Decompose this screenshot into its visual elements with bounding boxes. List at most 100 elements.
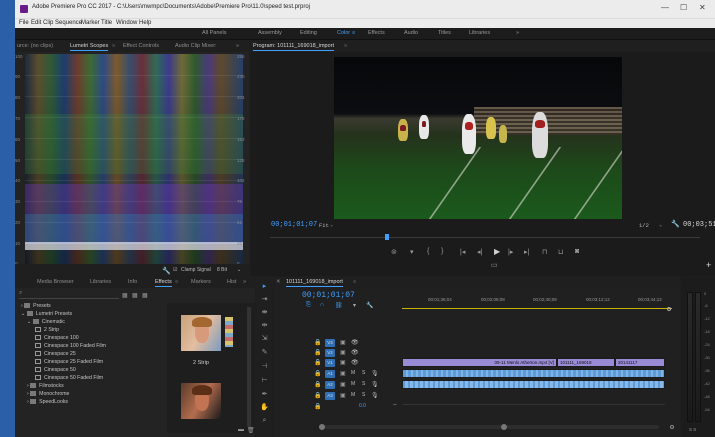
tab-audio-clip-mixer[interactable]: Audio Clip Mixer:	[175, 43, 217, 49]
yuv-effects-icon[interactable]: ▦	[142, 292, 148, 299]
lock-a1-icon[interactable]: 🔒	[314, 370, 321, 377]
tree-item-cinespace-50[interactable]: Cinespace 50	[35, 367, 165, 375]
menu-window[interactable]: Window	[116, 20, 137, 26]
effects-overflow-icon[interactable]: »	[243, 279, 246, 285]
menu-help[interactable]: Help	[139, 20, 151, 26]
tab-media-browser[interactable]: Media Browser	[37, 279, 74, 285]
timeline-timecode[interactable]: 00;01;01;07	[302, 291, 355, 300]
program-playhead[interactable]	[385, 234, 389, 240]
panel-overflow-icon[interactable]: »	[236, 43, 239, 49]
tab-source[interactable]: urce: (no clips)	[17, 43, 53, 49]
timeline-ruler[interactable]: 00;01;36;04 00;02;08;08 00;02;40;08 00;0…	[402, 297, 672, 307]
new-bin-icon[interactable]: ▬	[238, 427, 244, 433]
workspace-color[interactable]: Color	[337, 30, 350, 36]
work-area-bar[interactable]	[402, 308, 672, 309]
settings-wrench-icon[interactable]: 🔧	[671, 220, 680, 229]
tree-item-cinespace-25[interactable]: Cinespace 25	[35, 351, 165, 359]
meter-solo-buttons[interactable]: S S	[689, 427, 696, 432]
solo-a1[interactable]: S	[362, 370, 365, 376]
effects-search-input[interactable]: ⌕	[19, 290, 119, 299]
workspace-titles[interactable]: Titles	[438, 30, 451, 36]
tab-sequence[interactable]: 101111_169018_import	[286, 279, 343, 287]
zoom-handle-left[interactable]	[319, 424, 325, 430]
menu-marker[interactable]: Marker	[81, 20, 100, 26]
clip-a2-audio[interactable]	[402, 380, 665, 389]
tab-lumetri-scopes[interactable]: Lumetri Scopes	[70, 43, 109, 51]
clip-v1-20141117[interactable]: 20141117	[615, 358, 665, 367]
fit-select[interactable]: Fit	[319, 222, 329, 229]
resolution-select[interactable]: 1/2	[639, 222, 649, 229]
clip-a1-audio[interactable]	[402, 369, 665, 378]
sync-lock-v2-icon[interactable]: ▣	[340, 349, 346, 356]
linked-selection-icon[interactable]: ⛓	[335, 302, 343, 309]
timeline-zoom-scrollbar[interactable]	[319, 424, 659, 430]
button-editor-icon[interactable]: +	[706, 260, 711, 270]
selection-tool-icon[interactable]: ▸	[260, 283, 269, 290]
workspace-effects[interactable]: Effects	[368, 30, 385, 36]
mic-a2-icon[interactable]: 🎙	[371, 381, 379, 388]
lock-master-icon[interactable]: 🔒	[314, 403, 321, 410]
sync-lock-v3-icon[interactable]: ▣	[340, 339, 346, 346]
overwrite-icon[interactable]: ⊔	[558, 248, 563, 256]
program-scrub-bar[interactable]	[270, 237, 700, 238]
workspace-all-panels[interactable]: All Panels	[202, 30, 226, 36]
wrench-icon[interactable]: 🔧	[162, 267, 171, 275]
32bit-effects-icon[interactable]: ▦	[132, 292, 138, 299]
insert-icon[interactable]: ⊓	[542, 248, 547, 256]
rolling-edit-tool-icon[interactable]: ⇹	[260, 322, 269, 329]
eye-v3-icon[interactable]: 👁	[351, 339, 359, 346]
workspace-libraries[interactable]: Libraries	[469, 30, 490, 36]
menu-edit[interactable]: Edit	[31, 20, 41, 26]
razor-tool-icon[interactable]: ✎	[260, 349, 269, 356]
comparison-view-icon[interactable]: ▭	[491, 261, 498, 269]
go-to-out-icon[interactable]: ▸|	[524, 248, 529, 256]
tree-item-cinespace-50-faded[interactable]: Cinespace 50 Faded Film	[35, 375, 165, 383]
lock-a3-icon[interactable]: 🔒	[314, 392, 321, 399]
step-back-icon[interactable]: ◂|	[477, 248, 482, 256]
menu-file[interactable]: File	[19, 20, 29, 26]
workspace-editing[interactable]: Editing	[300, 30, 317, 36]
eye-v1-icon[interactable]: 👁	[351, 359, 359, 366]
master-volume[interactable]: 0.0	[359, 403, 366, 409]
mark-in-icon[interactable]: {	[427, 248, 429, 255]
mic-a1-icon[interactable]: 🎙	[371, 370, 379, 377]
add-marker-timeline-icon[interactable]: ▾	[353, 302, 356, 309]
tree-item-speedlooks[interactable]: › SpeedLooks	[27, 399, 157, 407]
clip-v1-import[interactable]: 101111_169018	[557, 358, 615, 367]
minimize-button[interactable]: —	[661, 3, 669, 12]
effects-menu-icon[interactable]: ≡	[175, 279, 178, 285]
tree-item-presets[interactable]: › Presets	[21, 303, 151, 311]
bit-depth-chevron-icon[interactable]: ⌄	[237, 267, 241, 273]
track-a2[interactable]: A2	[325, 381, 335, 389]
timeline-settings-icon[interactable]: 🔧	[366, 302, 373, 309]
sync-lock-a3-icon[interactable]: ▣	[340, 392, 346, 399]
rate-stretch-tool-icon[interactable]: ⇲	[260, 335, 269, 342]
tree-item-cinespace-100[interactable]: Cinespace 100	[35, 335, 165, 343]
snap-icon[interactable]: ∩	[320, 302, 324, 308]
go-to-end-icon[interactable]: ⇔	[392, 402, 398, 408]
track-v3[interactable]: V3	[325, 339, 335, 347]
bit-depth-select[interactable]: 8 Bit	[217, 267, 227, 273]
lock-a2-icon[interactable]: 🔒	[314, 381, 321, 388]
tab-effects[interactable]: Effects	[155, 279, 172, 287]
workspace-menu-icon[interactable]: ≡	[352, 30, 355, 36]
ripple-edit-tool-icon[interactable]: ⇼	[260, 309, 269, 316]
workspace-audio[interactable]: Audio	[404, 30, 418, 36]
slip-tool-icon[interactable]: ⊣	[260, 363, 269, 370]
mark-out-icon[interactable]: }	[441, 248, 443, 255]
clip-v1-menlo[interactable]: 09-11 Menlo Atherton.mp4 [V]	[402, 358, 557, 367]
preview-scrollbar[interactable]	[247, 307, 251, 427]
tree-item-2-strip[interactable]: 2 Strip	[35, 327, 165, 335]
lock-v2-icon[interactable]: 🔒	[314, 349, 321, 356]
slide-tool-icon[interactable]: ⊢	[260, 377, 269, 384]
track-v2[interactable]: V2	[325, 349, 335, 357]
menu-sequence[interactable]: Sequence	[55, 20, 82, 26]
track-select-tool-icon[interactable]: ⇥	[260, 296, 269, 303]
tree-item-monochrome[interactable]: › Monochrome	[27, 391, 157, 399]
track-a3[interactable]: A3	[325, 392, 335, 400]
tree-item-lumetri-presets[interactable]: ⌄ Lumetri Presets	[21, 311, 151, 319]
close-sequence-icon[interactable]: ✕	[276, 279, 281, 285]
solo-a2[interactable]: S	[362, 381, 365, 387]
sync-lock-a2-icon[interactable]: ▣	[340, 381, 346, 388]
tab-program[interactable]: Program: 101111_169018_import	[253, 43, 335, 51]
